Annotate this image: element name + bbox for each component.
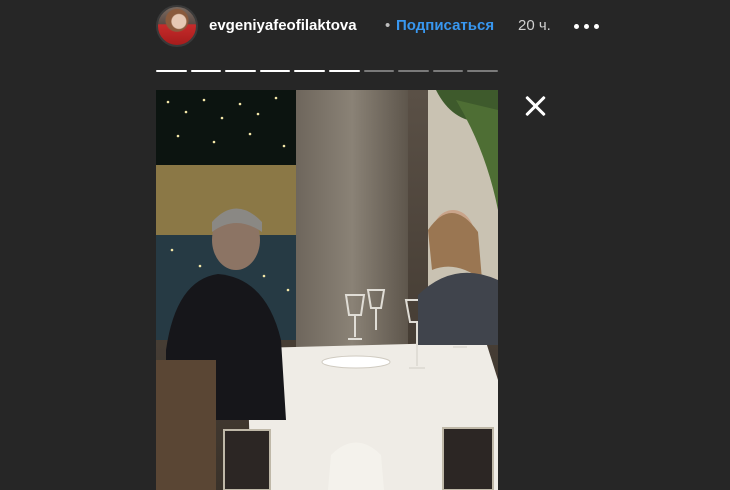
follow-button[interactable]: Подписаться xyxy=(396,17,494,34)
close-icon[interactable] xyxy=(522,93,548,119)
progress-segment xyxy=(363,70,395,72)
more-icon[interactable] xyxy=(572,14,602,38)
progress-segment xyxy=(467,70,498,72)
timestamp: 20 ч. xyxy=(518,17,551,34)
progress-segment xyxy=(156,70,187,72)
progress-segment xyxy=(259,70,291,72)
progress-segment xyxy=(225,70,256,72)
story-header: evgeniyafeofilaktova • Подписаться 20 ч. xyxy=(0,0,730,60)
progress-segment xyxy=(328,70,360,72)
story-progress-bar xyxy=(156,70,498,73)
separator-dot: • xyxy=(385,17,391,34)
username[interactable]: evgeniyafeofilaktova xyxy=(209,17,357,34)
story-image[interactable] xyxy=(156,90,498,490)
restaurant-photo xyxy=(156,90,498,490)
progress-segment xyxy=(190,70,222,72)
progress-segment xyxy=(398,70,429,72)
progress-segment xyxy=(432,70,464,72)
progress-segment xyxy=(294,70,325,72)
avatar[interactable] xyxy=(156,5,198,47)
